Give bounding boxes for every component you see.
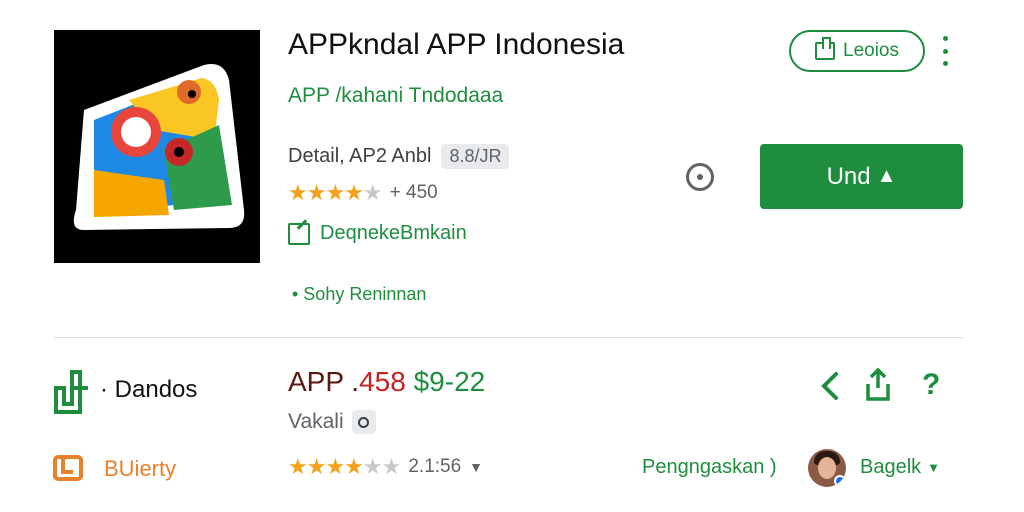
share-icon[interactable] bbox=[863, 366, 893, 409]
app-title: APPkndal APP Indonesia bbox=[288, 28, 625, 61]
wishlist-label: DeqnekeBmkain bbox=[320, 222, 467, 244]
price-prefix: APP . bbox=[288, 366, 360, 397]
rating-row: ★★★★★ + 450 bbox=[288, 180, 438, 206]
install-button[interactable]: Und ▲ bbox=[760, 144, 963, 209]
feature-bullet: • Sohy Reninnan bbox=[292, 284, 427, 304]
wishlist-button[interactable]: DeqnekeBmkain bbox=[288, 222, 467, 245]
wishlist-icon bbox=[288, 222, 310, 245]
library-tab-label[interactable]: BUierty bbox=[104, 456, 176, 482]
rating-row-bottom: ★★★★★★ 2.1:56 ▼ bbox=[288, 454, 483, 480]
price-number: 458 bbox=[359, 366, 414, 397]
brand-icon bbox=[52, 368, 92, 414]
shopping-icon bbox=[52, 454, 84, 482]
app-meta: Detail, AP2 Anbl 8.8/JR bbox=[288, 144, 510, 169]
download-arrow-icon: ▲ bbox=[876, 165, 897, 187]
star-rating-bottom: ★★★★★★ bbox=[288, 454, 401, 479]
library-label: Leoios bbox=[843, 40, 899, 61]
content-rating-chip: 8.8/JR bbox=[441, 144, 510, 169]
meta-text: Detail, AP2 Anbl bbox=[288, 145, 432, 167]
rating-count-bottom: 2.1:56 bbox=[408, 456, 462, 477]
library-button[interactable]: Leoios bbox=[789, 30, 925, 72]
app-logo-icon bbox=[54, 30, 260, 263]
account-dropdown[interactable]: Bagelk ▼ bbox=[860, 456, 940, 479]
verified-badge-icon bbox=[834, 475, 846, 487]
price: APP .458 $9-22 bbox=[288, 366, 485, 398]
chevron-down-icon[interactable]: ▼ bbox=[469, 459, 483, 475]
variant-row: Vakali bbox=[288, 410, 376, 434]
avatar[interactable] bbox=[808, 449, 846, 487]
section-divider bbox=[54, 337, 963, 338]
rating-count: + 450 bbox=[389, 182, 438, 203]
help-icon[interactable]: ? bbox=[922, 368, 940, 402]
account-label: Bagelk bbox=[860, 456, 922, 478]
chevron-down-icon: ▼ bbox=[927, 460, 941, 475]
price-value: $9-22 bbox=[413, 366, 486, 397]
library-icon bbox=[815, 37, 835, 60]
review-link[interactable]: Pengngaskan ) bbox=[642, 456, 777, 479]
back-icon[interactable] bbox=[818, 370, 842, 407]
star-rating: ★★★★★ bbox=[288, 180, 383, 205]
brand-label: · Dandos bbox=[100, 376, 198, 403]
install-label: Und bbox=[826, 162, 871, 190]
variant-label: Vakali bbox=[288, 410, 344, 433]
more-vert-icon[interactable] bbox=[938, 36, 952, 66]
info-icon[interactable] bbox=[686, 163, 714, 191]
developer-link[interactable]: APP /kahani Tndodaaa bbox=[288, 84, 503, 108]
variant-chip[interactable] bbox=[351, 410, 376, 434]
